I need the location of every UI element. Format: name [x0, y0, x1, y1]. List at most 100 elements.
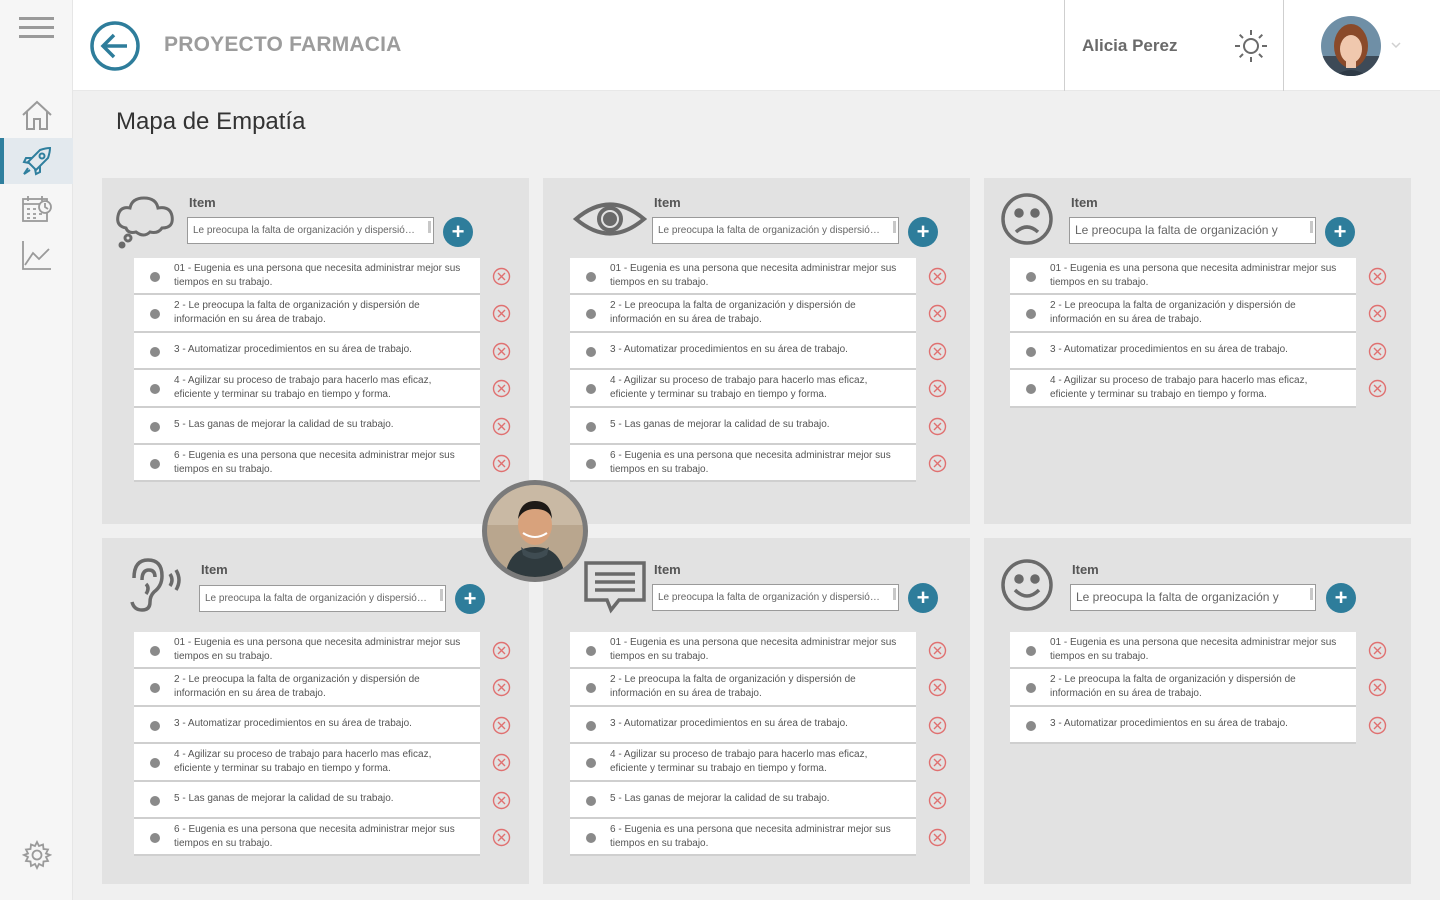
list-item[interactable]: 4 - Agilizar su proceso de trabajo para … — [134, 370, 511, 408]
delete-item-button[interactable] — [492, 454, 511, 473]
delete-item-button[interactable] — [492, 379, 511, 398]
input-scrollbar[interactable] — [893, 588, 896, 600]
item-input[interactable]: Le preocupa la falta de organización y d… — [199, 585, 446, 612]
list-item[interactable]: 4 - Agilizar su proceso de trabajo para … — [570, 744, 947, 782]
list-item[interactable]: 5 - Las ganas de mejorar la calidad de s… — [570, 407, 947, 445]
list-item[interactable]: 3 - Automatizar procedimientos en su áre… — [570, 706, 947, 745]
delete-item-button[interactable] — [492, 267, 511, 286]
list-item[interactable]: 3 - Automatizar procedimientos en su áre… — [134, 706, 511, 745]
item-input[interactable]: Le preocupa la falta de organización y d… — [652, 217, 899, 244]
delete-item-button[interactable] — [928, 753, 947, 772]
delete-item-button[interactable] — [928, 267, 947, 286]
theme-toggle-button[interactable] — [1233, 28, 1269, 64]
sidebar-item-schedule[interactable] — [0, 186, 73, 232]
delete-item-button[interactable] — [492, 753, 511, 772]
delete-item-button[interactable] — [928, 678, 947, 697]
list-item[interactable]: 01 - Eugenia es una persona que necesita… — [134, 632, 511, 670]
list-item[interactable]: 5 - Las ganas de mejorar la calidad de s… — [570, 781, 947, 819]
delete-item-button[interactable] — [1368, 267, 1387, 286]
delete-item-button[interactable] — [492, 417, 511, 436]
list-item[interactable]: 2 - Le preocupa la falta de organización… — [134, 295, 511, 333]
list-item[interactable]: 4 - Agilizar su proceso de trabajo para … — [1010, 370, 1387, 408]
list-item[interactable]: 6 - Eugenia es una persona que necesita … — [570, 444, 947, 483]
list-item[interactable]: 4 - Agilizar su proceso de trabajo para … — [570, 370, 947, 408]
list-item[interactable]: 3 - Automatizar procedimientos en su áre… — [570, 332, 947, 371]
list-item[interactable]: 2 - Le preocupa la falta de organización… — [570, 295, 947, 333]
delete-item-button[interactable] — [928, 641, 947, 660]
list-item[interactable]: 01 - Eugenia es una persona que necesita… — [1010, 632, 1387, 670]
list-item[interactable]: 4 - Agilizar su proceso de trabajo para … — [134, 744, 511, 782]
add-item-button[interactable]: + — [455, 584, 485, 614]
list-item-text: 5 - Las ganas de mejorar la calidad de s… — [610, 419, 830, 431]
list-item[interactable]: 6 - Eugenia es una persona que necesita … — [570, 818, 947, 857]
bullet-icon — [586, 272, 596, 282]
item-input[interactable]: Le preocupa la falta de organización y — [1070, 584, 1316, 611]
delete-item-button[interactable] — [1368, 379, 1387, 398]
bullet-icon — [150, 795, 160, 806]
list-item[interactable]: 5 - Las ganas de mejorar la calidad de s… — [134, 781, 511, 819]
delete-item-button[interactable] — [928, 454, 947, 473]
delete-item-button[interactable] — [1368, 678, 1387, 697]
delete-item-button[interactable] — [1368, 342, 1387, 361]
add-item-button[interactable]: + — [908, 583, 938, 613]
delete-item-button[interactable] — [492, 828, 511, 847]
empathy-panel-4: Item Le preocupa la falta de organización… — [102, 538, 529, 884]
delete-item-button[interactable] — [1368, 716, 1387, 735]
delete-item-button[interactable] — [928, 342, 947, 361]
delete-item-button[interactable] — [492, 304, 511, 323]
menu-button[interactable] — [0, 5, 73, 51]
delete-item-button[interactable] — [492, 716, 511, 735]
list-item[interactable]: 5 - Las ganas de mejorar la calidad de s… — [134, 407, 511, 445]
add-item-button[interactable]: + — [1325, 217, 1355, 247]
user-menu-chevron[interactable] — [1389, 38, 1403, 52]
add-item-button[interactable]: + — [443, 217, 473, 247]
delete-item-button[interactable] — [492, 791, 511, 810]
input-scrollbar[interactable] — [1310, 221, 1313, 233]
close-circle-icon — [1368, 716, 1387, 739]
back-button[interactable] — [89, 20, 141, 72]
list-item[interactable]: 01 - Eugenia es una persona que necesita… — [570, 632, 947, 670]
delete-item-button[interactable] — [928, 379, 947, 398]
delete-item-button[interactable] — [1368, 641, 1387, 660]
add-item-button[interactable]: + — [908, 217, 938, 247]
sidebar-item-home[interactable] — [0, 92, 73, 138]
item-input[interactable]: Le preocupa la falta de organización y d… — [187, 217, 434, 244]
bullet-icon — [586, 758, 596, 769]
sidebar-item-rocket[interactable] — [0, 138, 73, 184]
list-item[interactable]: 01 - Eugenia es una persona que necesita… — [1010, 258, 1387, 296]
item-input[interactable]: Le preocupa la falta de organización y d… — [652, 584, 899, 611]
list-item[interactable]: 6 - Eugenia es una persona que necesita … — [134, 818, 511, 857]
delete-item-button[interactable] — [928, 791, 947, 810]
list-item[interactable]: 01 - Eugenia es una persona que necesita… — [134, 258, 511, 296]
close-circle-icon — [492, 342, 511, 365]
item-input[interactable]: Le preocupa la falta de organización y — [1069, 217, 1316, 244]
delete-item-button[interactable] — [492, 678, 511, 697]
list-item[interactable]: 3 - Automatizar procedimientos en su áre… — [1010, 706, 1387, 745]
delete-item-button[interactable] — [928, 828, 947, 847]
sidebar-item-settings[interactable] — [0, 832, 73, 878]
input-scrollbar[interactable] — [428, 221, 431, 233]
input-scrollbar[interactable] — [893, 221, 896, 233]
list-item[interactable]: 3 - Automatizar procedimientos en su áre… — [1010, 332, 1387, 371]
input-scrollbar[interactable] — [1310, 588, 1313, 600]
add-item-button[interactable]: + — [1326, 583, 1356, 613]
input-scrollbar[interactable] — [440, 589, 443, 601]
delete-item-button[interactable] — [492, 342, 511, 361]
list-item[interactable]: 2 - Le preocupa la falta de organización… — [570, 669, 947, 707]
list-item[interactable]: 3 - Automatizar procedimientos en su áre… — [134, 332, 511, 371]
delete-item-button[interactable] — [928, 417, 947, 436]
list-item[interactable]: 6 - Eugenia es una persona que necesita … — [134, 444, 511, 483]
list-item[interactable]: 2 - Le preocupa la falta de organización… — [134, 669, 511, 707]
list-item[interactable]: 2 - Le preocupa la falta de organización… — [1010, 295, 1387, 333]
sidebar-item-charts[interactable] — [0, 232, 73, 278]
delete-item-button[interactable] — [492, 641, 511, 660]
delete-item-button[interactable] — [928, 716, 947, 735]
close-circle-icon — [928, 342, 947, 365]
list-item[interactable]: 2 - Le preocupa la falta de organización… — [1010, 669, 1387, 707]
happy-face-icon — [1000, 558, 1054, 617]
list-item-text: 3 - Automatizar procedimientos en su áre… — [1050, 344, 1288, 356]
delete-item-button[interactable] — [928, 304, 947, 323]
list-item[interactable]: 01 - Eugenia es una persona que necesita… — [570, 258, 947, 296]
user-avatar[interactable] — [1321, 16, 1381, 76]
delete-item-button[interactable] — [1368, 304, 1387, 323]
